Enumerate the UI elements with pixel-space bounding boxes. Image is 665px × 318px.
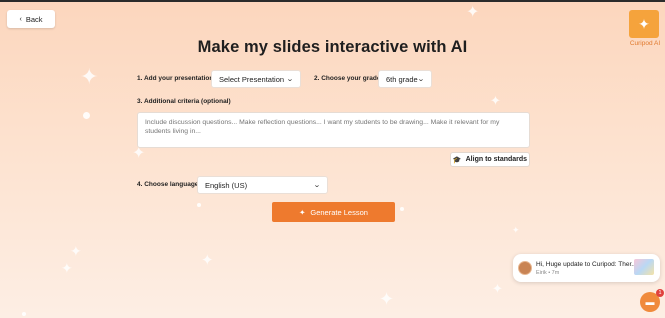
presentation-select-value: Select Presentation (219, 74, 285, 84)
chevron-down-icon: ⌄ (417, 76, 425, 83)
generate-lesson-label: Generate Lesson (310, 207, 368, 217)
grade-label: 2. Choose your grade (314, 75, 381, 82)
chat-icon: ▬ (645, 297, 655, 307)
back-button[interactable]: ‹ Back (7, 10, 55, 28)
decoration-dot (83, 112, 90, 119)
sparkle-decoration-icon: ✦ (201, 252, 214, 269)
sparkle-icon: ✦ (299, 207, 306, 217)
sparkle-decoration-icon: ✦ (512, 225, 520, 235)
sparkle-decoration-icon: ✦ (492, 281, 503, 296)
language-label: 4. Choose language (137, 181, 199, 188)
language-select-value: English (US) (205, 180, 248, 190)
graduation-cap-icon: 🎓 (452, 156, 462, 164)
notification-badge: 1 (656, 289, 664, 297)
decoration-dot (22, 312, 26, 316)
chat-meta: Eirik • 7m (536, 270, 560, 276)
chat-message: Hi, Huge update to Curipod: Ther... (536, 261, 637, 268)
presentation-label: 1. Add your presentation (137, 75, 214, 82)
criteria-label: 3. Additional criteria (optional) (137, 98, 231, 105)
decoration-dot (197, 203, 201, 207)
grade-select[interactable]: 6th grade ⌄ (378, 70, 432, 88)
chevron-down-icon: ⌄ (313, 182, 321, 189)
back-label: Back (25, 14, 43, 24)
sparkle-decoration-icon: ✦ (490, 93, 501, 108)
sparkle-decoration-icon: ✦ (80, 64, 99, 89)
align-to-standards-label: Align to standards (465, 156, 528, 163)
brand-logo[interactable]: ✦ (629, 10, 659, 38)
decoration-dot (400, 207, 404, 211)
sparkle-decoration-icon: ✦ (70, 243, 82, 259)
page-title: Make my slides interactive with AI (197, 38, 468, 56)
align-to-standards-button[interactable]: 🎓 Align to standards (450, 152, 530, 167)
criteria-input[interactable] (137, 112, 530, 148)
language-select[interactable]: English (US) ⌄ (197, 176, 328, 194)
sparkle-decoration-icon: ✦ (61, 260, 73, 276)
top-border (0, 0, 665, 2)
sparkle-icon: ✦ (638, 15, 650, 32)
presentation-select[interactable]: Select Presentation ⌄ (211, 70, 301, 88)
grade-select-value: 6th grade (386, 74, 418, 84)
sparkle-decoration-icon: ✦ (379, 289, 395, 309)
chevron-left-icon: ‹ (19, 15, 22, 23)
chevron-down-icon: ⌄ (286, 76, 294, 83)
chat-thumbnail (634, 259, 654, 275)
generate-lesson-button[interactable]: ✦ Generate Lesson (272, 202, 395, 222)
sparkle-decoration-icon: ✦ (466, 4, 480, 21)
avatar (518, 261, 532, 275)
sparkle-decoration-icon: ✦ (132, 145, 146, 162)
